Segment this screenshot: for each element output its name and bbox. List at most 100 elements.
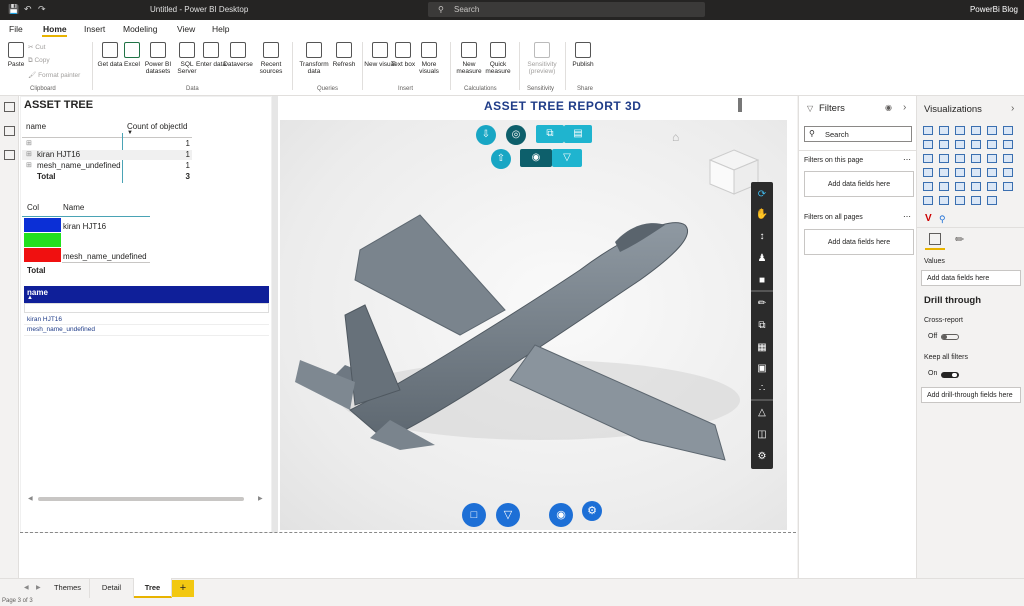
user-name[interactable]: PowerBi Blog <box>970 5 1018 14</box>
filter-button[interactable]: ▽ <box>552 149 582 167</box>
visual-type-icon[interactable] <box>971 154 981 163</box>
report-view-icon[interactable] <box>4 102 15 112</box>
collapse-icon[interactable]: › <box>903 102 906 113</box>
orbit-tool[interactable]: ⟳ <box>751 184 773 206</box>
walk-tool[interactable]: ♟ <box>751 248 773 270</box>
color-table-header-col[interactable]: Col <box>27 203 39 212</box>
focus-button[interactable]: ◎ <box>506 125 526 145</box>
search-box[interactable]: ⚲ Search <box>428 2 705 17</box>
visual-type-icon[interactable] <box>1003 182 1013 191</box>
search-visual-icon[interactable]: ⚲ <box>939 214 946 225</box>
all-pages-filter-dropzone[interactable]: Add data fields here <box>804 229 914 255</box>
folder-tool[interactable]: ▣ <box>751 358 773 380</box>
select-button[interactable]: ◉ <box>520 149 552 167</box>
visual-type-icon[interactable] <box>955 168 965 177</box>
tab-tree[interactable]: Tree <box>134 578 172 598</box>
data-view-icon[interactable] <box>4 126 15 136</box>
sensitivity-button[interactable]: Sensitivity (preview) <box>522 40 562 84</box>
color-table-header-name[interactable]: Name <box>63 203 84 212</box>
copy-button[interactable]: ⧉ Copy <box>28 57 50 65</box>
visual-type-icon[interactable] <box>1003 154 1013 163</box>
visual-type-icon[interactable] <box>971 196 981 205</box>
more-visuals-button[interactable]: More visuals <box>413 40 445 84</box>
visual-type-icon[interactable] <box>987 126 997 135</box>
visual-type-icon[interactable] <box>987 182 997 191</box>
menu-view[interactable]: View <box>177 24 195 34</box>
camera-tool[interactable]: ■ <box>751 270 773 292</box>
collapse-icon[interactable]: › <box>1011 103 1014 114</box>
redo-icon[interactable]: ↷ <box>38 4 46 15</box>
download-button[interactable]: ⇩ <box>476 125 496 145</box>
properties-tool[interactable]: ∴ <box>751 378 773 400</box>
publish-button[interactable]: Publish <box>567 40 599 84</box>
page-filter-dropzone[interactable]: Add data fields here <box>804 171 914 197</box>
visual-type-icon[interactable] <box>987 168 997 177</box>
slicer-search[interactable] <box>24 303 269 313</box>
screenshot-button[interactable]: ◉ <box>549 503 573 527</box>
save-icon[interactable]: 💾 <box>8 4 19 15</box>
upload-button[interactable]: ⇧ <box>491 149 511 169</box>
visual-type-icon[interactable] <box>923 126 933 135</box>
visual-type-icon[interactable] <box>971 182 981 191</box>
visual-type-icon[interactable] <box>939 196 949 205</box>
refresh-button[interactable]: Refresh <box>328 40 360 84</box>
menu-file[interactable]: File <box>9 24 23 34</box>
visual-type-icon[interactable] <box>955 196 965 205</box>
visual-type-icon[interactable] <box>955 126 965 135</box>
model-tree-tool[interactable]: △ <box>751 402 773 424</box>
add-page-button[interactable]: + <box>172 580 194 597</box>
scroll-left-icon[interactable]: ◀ <box>28 495 33 502</box>
visual-type-icon[interactable] <box>923 154 933 163</box>
visual-v-icon[interactable]: V <box>925 213 932 224</box>
more-options-icon[interactable]: ⋯ <box>903 155 911 164</box>
visual-type-icon[interactable] <box>971 168 981 177</box>
box-select-button[interactable]: □ <box>462 503 486 527</box>
expand-icon[interactable]: ⊞ <box>26 139 32 147</box>
hatch-button[interactable]: ▤ <box>564 125 592 143</box>
eye-icon[interactable]: ◉ <box>885 103 892 112</box>
copy-view-button[interactable]: ⧉ <box>536 125 564 143</box>
recent-sources-button[interactable]: Recent sources <box>255 40 287 84</box>
visual-type-icon[interactable] <box>1003 168 1013 177</box>
menu-help[interactable]: Help <box>212 24 229 34</box>
home-icon[interactable]: ⌂ <box>672 130 679 144</box>
document-tool[interactable]: ◫ <box>751 424 773 446</box>
visual-type-icon[interactable] <box>923 196 933 205</box>
visual-type-icon[interactable] <box>955 182 965 191</box>
visual-type-icon[interactable] <box>939 126 949 135</box>
tab-themes[interactable]: Themes <box>46 578 90 598</box>
powerbi-datasets-button[interactable]: Power BI datasets <box>142 40 174 84</box>
table-row[interactable]: ⊞ mesh_name_undefined 1 <box>22 161 192 171</box>
format-painter-button[interactable]: 🖌 Format painter <box>28 71 80 79</box>
table-header-count[interactable]: Count of objectId <box>127 122 187 131</box>
visual-type-icon[interactable] <box>971 140 981 149</box>
visual-type-icon[interactable] <box>939 140 949 149</box>
tab-scroll-right-icon[interactable]: ▶ <box>36 584 41 591</box>
model-view-icon[interactable] <box>4 150 15 160</box>
cut-button[interactable]: ✂ Cut <box>28 43 45 51</box>
values-dropzone[interactable]: Add data fields here <box>921 270 1021 286</box>
section-tool[interactable]: ⧉ <box>751 315 773 337</box>
dataverse-button[interactable]: Dataverse <box>222 40 254 84</box>
visual-type-icon[interactable] <box>923 140 933 149</box>
visual-type-icon[interactable] <box>955 140 965 149</box>
settings-tool[interactable]: ⚙ <box>751 446 773 468</box>
table-row[interactable]: ⊞ kiran HJT16 1 <box>22 150 192 160</box>
table-header-name[interactable]: name <box>26 122 46 131</box>
drill-through-dropzone[interactable]: Add drill-through fields here <box>921 387 1021 403</box>
table-row[interactable]: ⊞ 1 <box>22 139 192 149</box>
menu-home[interactable]: Home <box>43 24 67 34</box>
transform-data-button[interactable]: Transform data <box>298 40 330 84</box>
visual-type-icon[interactable] <box>987 196 997 205</box>
visual-type-icon[interactable] <box>987 154 997 163</box>
visual-type-icon[interactable] <box>1003 126 1013 135</box>
visual-type-icon[interactable] <box>939 182 949 191</box>
quick-measure-button[interactable]: Quick measure <box>482 40 514 84</box>
visual-type-icon[interactable] <box>971 126 981 135</box>
menu-insert[interactable]: Insert <box>84 24 105 34</box>
visual-type-icon[interactable] <box>955 154 965 163</box>
visual-type-icon[interactable] <box>1003 140 1013 149</box>
visual-type-icon[interactable] <box>939 154 949 163</box>
settings-button[interactable]: ⚙ <box>582 501 602 521</box>
pan-tool[interactable]: ✋ <box>751 204 773 226</box>
